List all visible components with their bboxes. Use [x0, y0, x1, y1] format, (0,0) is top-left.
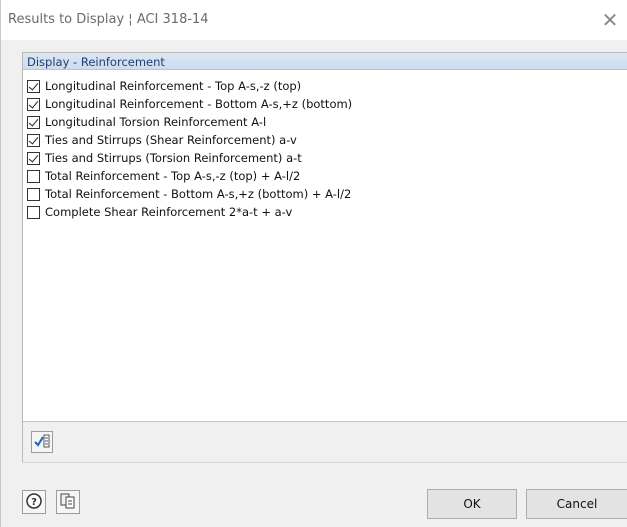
copy-settings-icon: [59, 492, 77, 513]
checkbox[interactable]: [27, 169, 40, 183]
checkbox[interactable]: [27, 187, 40, 201]
reinforcement-panel: Display - Reinforcement Longitudinal Rei…: [22, 52, 627, 463]
select-all-checks-icon: [34, 433, 50, 452]
copy-settings-button[interactable]: [56, 490, 80, 514]
close-icon: ✕: [601, 8, 619, 32]
title-bar: Results to Display ¦ ACI 318-14 ✕: [1, 0, 627, 40]
panel-toolbar: [23, 421, 627, 463]
option-ties-torsion[interactable]: Ties and Stirrups (Torsion Reinforcement…: [27, 149, 627, 167]
section-header-label: Display - Reinforcement: [27, 55, 165, 69]
help-icon: ?: [25, 492, 43, 513]
option-label: Ties and Stirrups (Torsion Reinforcement…: [45, 151, 302, 165]
option-longitudinal-bottom[interactable]: Longitudinal Reinforcement - Bottom A-s,…: [27, 95, 627, 113]
checkbox[interactable]: [27, 79, 40, 93]
option-label: Ties and Stirrups (Shear Reinforcement) …: [45, 133, 297, 147]
option-label: Total Reinforcement - Bottom A-s,+z (bot…: [45, 187, 352, 201]
help-button[interactable]: ?: [22, 490, 46, 514]
option-label: Longitudinal Reinforcement - Top A-s,-z …: [45, 79, 302, 93]
footer-separator: [22, 462, 627, 463]
checkbox[interactable]: [27, 205, 40, 219]
results-to-display-dialog: Results to Display ¦ ACI 318-14 ✕ Displa…: [0, 0, 627, 527]
section-header: Display - Reinforcement: [23, 53, 627, 70]
checkbox[interactable]: [27, 133, 40, 147]
option-label: Complete Shear Reinforcement 2*a-t + a-v: [45, 205, 293, 219]
option-total-top[interactable]: Total Reinforcement - Top A-s,-z (top) +…: [27, 167, 627, 185]
ok-button[interactable]: OK: [427, 489, 517, 519]
option-ties-shear[interactable]: Ties and Stirrups (Shear Reinforcement) …: [27, 131, 627, 149]
window-title: Results to Display ¦ ACI 318-14: [8, 12, 209, 27]
checkbox[interactable]: [27, 115, 40, 129]
option-label: Longitudinal Reinforcement - Bottom A-s,…: [45, 97, 353, 111]
option-label: Total Reinforcement - Top A-s,-z (top) +…: [45, 169, 301, 183]
option-total-bottom[interactable]: Total Reinforcement - Bottom A-s,+z (bot…: [27, 185, 627, 203]
cancel-button[interactable]: Cancel: [526, 489, 627, 519]
close-button[interactable]: ✕: [593, 4, 627, 36]
select-all-button[interactable]: [31, 431, 53, 453]
option-longitudinal-top[interactable]: Longitudinal Reinforcement - Top A-s,-z …: [27, 77, 627, 95]
checkbox[interactable]: [27, 97, 40, 111]
checkbox[interactable]: [27, 151, 40, 165]
options-list: Longitudinal Reinforcement - Top A-s,-z …: [27, 77, 627, 221]
option-longitudinal-torsion[interactable]: Longitudinal Torsion Reinforcement A-l: [27, 113, 627, 131]
svg-text:?: ?: [31, 497, 37, 508]
option-complete-shear[interactable]: Complete Shear Reinforcement 2*a-t + a-v: [27, 203, 627, 221]
option-label: Longitudinal Torsion Reinforcement A-l: [45, 115, 267, 129]
